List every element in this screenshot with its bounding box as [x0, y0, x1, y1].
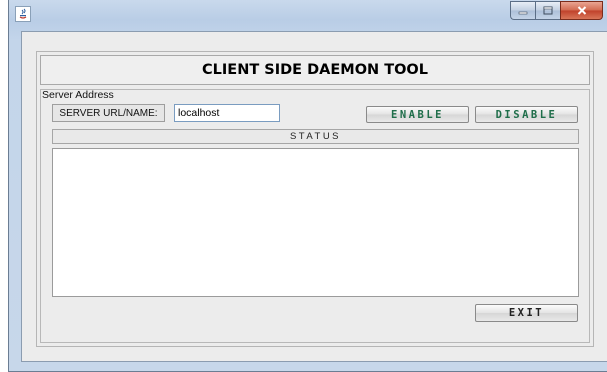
header-panel: CLIENT SIDE DAEMON TOOL: [40, 55, 590, 85]
status-log-area[interactable]: [52, 148, 579, 297]
title-bar[interactable]: [9, 0, 607, 28]
minimize-icon: [518, 11, 528, 14]
main-panel: CLIENT SIDE DAEMON TOOL Server Address S…: [36, 51, 594, 347]
java-icon[interactable]: [15, 6, 31, 22]
app-title: CLIENT SIDE DAEMON TOOL: [202, 62, 428, 78]
minimize-button[interactable]: [510, 1, 535, 20]
server-url-input[interactable]: [174, 104, 280, 122]
app-window: CLIENT SIDE DAEMON TOOL Server Address S…: [8, 0, 607, 372]
close-icon: [577, 6, 586, 15]
status-header: STATUS: [52, 129, 579, 144]
window-controls: [510, 1, 603, 21]
content-pane: CLIENT SIDE DAEMON TOOL Server Address S…: [21, 31, 607, 362]
close-button[interactable]: [560, 1, 603, 20]
server-url-label: SERVER URL/NAME:: [52, 104, 165, 122]
disable-button[interactable]: DISABLE: [475, 106, 578, 123]
server-address-section: Server Address SERVER URL/NAME: ENABLE D…: [40, 89, 590, 343]
exit-button[interactable]: EXIT: [475, 304, 578, 322]
maximize-button[interactable]: [535, 1, 560, 20]
server-address-label: Server Address: [42, 89, 114, 101]
maximize-icon: [543, 6, 553, 15]
enable-button[interactable]: ENABLE: [366, 106, 469, 123]
